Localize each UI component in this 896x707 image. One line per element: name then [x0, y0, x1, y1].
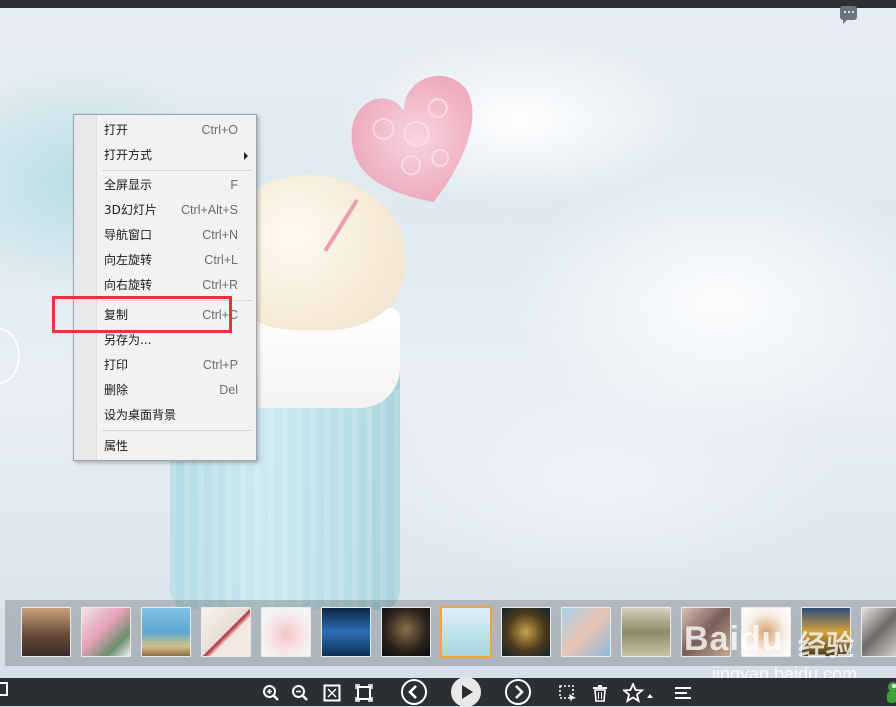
play-icon[interactable]: [451, 677, 481, 707]
menu-item-label: 向左旋转: [104, 253, 153, 267]
menu-item-shortcut: F: [230, 178, 238, 192]
menu-icon[interactable]: [674, 685, 692, 701]
zoom-out-icon[interactable]: [291, 684, 309, 702]
menu-item-shortcut: Del: [219, 383, 238, 397]
menu-item-label: 属性: [104, 439, 129, 453]
thumbnail[interactable]: [81, 607, 131, 657]
menu-item-properties[interactable]: 属性: [104, 435, 250, 457]
menu-item-nav-window[interactable]: 导航窗口 Ctrl+N: [104, 224, 250, 246]
thumbnail[interactable]: [141, 607, 191, 657]
crop-icon[interactable]: [558, 684, 578, 702]
menu-item-open[interactable]: 打开 Ctrl+O: [104, 119, 250, 141]
thumbnail[interactable]: [321, 607, 371, 657]
thumbnail[interactable]: [621, 607, 671, 657]
menu-item-label: 全屏显示: [104, 178, 153, 192]
thumbnail[interactable]: [261, 607, 311, 657]
menu-item-label: 打开方式: [104, 148, 153, 162]
context-menu: 打开 Ctrl+O 打开方式 全屏显示 F 3D幻灯片 Ctrl+Alt+S 导…: [73, 114, 257, 461]
menu-item-label: 向右旋转: [104, 278, 153, 292]
thumbnail[interactable]: [561, 607, 611, 657]
menu-item-rotate-right[interactable]: 向右旋转 Ctrl+R: [104, 274, 250, 296]
trash-icon[interactable]: [592, 684, 608, 702]
menu-item-shortcut: Ctrl+P: [202, 358, 238, 372]
menu-item-label: 删除: [104, 383, 129, 397]
menu-item-label: 3D幻灯片: [104, 203, 157, 217]
menu-item-label: 打开: [104, 123, 129, 137]
menu-item-print[interactable]: 打印 Ctrl+P: [104, 354, 250, 376]
thumbnail[interactable]: [681, 607, 731, 657]
heart-lollipop: [351, 76, 473, 203]
menu-item-shortcut: Ctrl+N: [202, 228, 238, 242]
menu-item-set-wallpaper[interactable]: 设为桌面背景: [104, 404, 250, 426]
prev-icon[interactable]: [401, 679, 427, 705]
menu-item-shortcut: Ctrl+R: [202, 278, 238, 292]
zoom-in-icon[interactable]: [262, 684, 280, 702]
submenu-arrow-icon: [244, 152, 248, 160]
menu-item-3d-slideshow[interactable]: 3D幻灯片 Ctrl+Alt+S: [104, 199, 250, 221]
thumbnail[interactable]: [741, 607, 791, 657]
actual-size-icon[interactable]: [355, 684, 373, 702]
thumbnail[interactable]: [861, 607, 896, 657]
annotation-highlight-box: [52, 296, 232, 333]
menu-item-delete[interactable]: 删除 Del: [104, 379, 250, 401]
thumbnail[interactable]: [801, 607, 851, 657]
chat-icon[interactable]: [840, 6, 857, 24]
star-icon[interactable]: [623, 683, 655, 703]
thumbnail[interactable]: [21, 607, 71, 657]
menu-separator: [102, 430, 252, 431]
menu-item-shortcut: Ctrl+L: [204, 253, 238, 267]
thumbnail-selected[interactable]: [440, 606, 492, 658]
menu-separator: [102, 170, 252, 171]
frog-mascot-icon: [885, 681, 896, 703]
title-strip: [0, 0, 896, 8]
menu-item-label: 打印: [104, 358, 129, 372]
fit-icon[interactable]: [323, 684, 341, 702]
menu-icon-gutter: [74, 115, 97, 460]
menu-item-shortcut: Ctrl+O: [201, 123, 238, 137]
next-icon[interactable]: [505, 679, 531, 705]
menu-item-fullscreen[interactable]: 全屏显示 F: [104, 174, 250, 196]
thumbnail[interactable]: [381, 607, 431, 657]
thumbnail[interactable]: [501, 607, 551, 657]
bottom-toolbar: [0, 678, 896, 706]
menu-item-shortcut: Ctrl+Alt+S: [181, 203, 238, 217]
menu-item-open-with[interactable]: 打开方式: [104, 144, 250, 166]
menu-item-rotate-left[interactable]: 向左旋转 Ctrl+L: [104, 249, 250, 271]
menu-item-label: 设为桌面背景: [104, 408, 177, 422]
menu-item-label: 导航窗口: [104, 228, 153, 242]
fit-window-icon[interactable]: [0, 682, 8, 696]
thumbnail[interactable]: [201, 607, 251, 657]
